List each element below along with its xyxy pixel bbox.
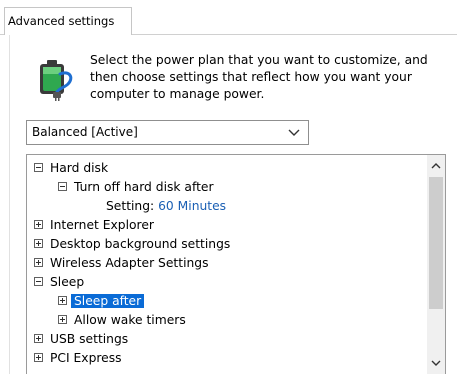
tree-item-label-selected: Sleep after [71, 294, 145, 308]
expand-icon[interactable] [58, 296, 67, 305]
instructions-text: Select the power plan that you want to c… [90, 53, 428, 101]
expand-icon[interactable] [34, 258, 43, 267]
collapse-icon[interactable] [34, 163, 43, 172]
power-options-dialog: Advanced settings Select the power plan … [0, 0, 457, 374]
tree-item-label: Turn off hard disk after [74, 180, 214, 194]
scroll-up-icon[interactable] [427, 157, 445, 175]
power-plan-select[interactable]: Balanced [Active] [26, 120, 309, 145]
collapse-icon[interactable] [34, 277, 43, 286]
settings-tree[interactable]: Hard disk Turn off hard disk after Setti… [26, 154, 446, 374]
tree-item-desktop-background-settings[interactable]: Desktop background settings [34, 235, 230, 254]
tree-item-wireless-adapter-settings[interactable]: Wireless Adapter Settings [34, 254, 209, 273]
power-plan-select-value: Balanced [Active] [32, 125, 138, 139]
tree-item-label: Hard disk [50, 161, 109, 175]
chevron-down-icon [288, 129, 300, 136]
expand-icon[interactable] [34, 353, 43, 362]
tree-item-label: Allow wake timers [74, 313, 186, 327]
panel-border [9, 35, 10, 374]
power-plan-battery-icon [40, 60, 73, 101]
scroll-down-icon[interactable] [427, 354, 445, 372]
expand-icon[interactable] [34, 239, 43, 248]
tree-item-allow-wake-timers[interactable]: Allow wake timers [58, 311, 186, 330]
tree-item-label: Desktop background settings [50, 237, 231, 251]
vertical-scrollbar[interactable] [427, 155, 445, 374]
collapse-icon[interactable] [58, 182, 67, 191]
tree-item-setting[interactable]: Setting: 60 Minutes [106, 197, 226, 216]
tree-item-label: Sleep [50, 275, 85, 289]
tree-item-label: USB settings [50, 332, 129, 346]
tree-item-pci-express[interactable]: PCI Express [34, 349, 122, 368]
tree-item-turn-off-hard-disk-after[interactable]: Turn off hard disk after [58, 178, 214, 197]
tree-item-label: Wireless Adapter Settings [50, 256, 209, 270]
tree-item-usb-settings[interactable]: USB settings [34, 330, 128, 349]
expand-icon[interactable] [34, 220, 43, 229]
tree-item-label: Internet Explorer [50, 218, 154, 232]
tree-item-label: PCI Express [50, 351, 122, 365]
expand-icon[interactable] [58, 315, 67, 324]
tree-item-hard-disk[interactable]: Hard disk [34, 159, 108, 178]
expand-icon[interactable] [34, 334, 43, 343]
tab-advanced-settings[interactable]: Advanced settings [4, 7, 132, 35]
scrollbar-thumb[interactable] [429, 177, 443, 309]
tree-item-sleep[interactable]: Sleep [34, 273, 84, 292]
setting-label: Setting: [106, 199, 155, 213]
tree-item-sleep-after[interactable]: Sleep after [58, 292, 145, 311]
setting-value-link[interactable]: 60 Minutes [158, 199, 226, 213]
tree-item-internet-explorer[interactable]: Internet Explorer [34, 216, 154, 235]
